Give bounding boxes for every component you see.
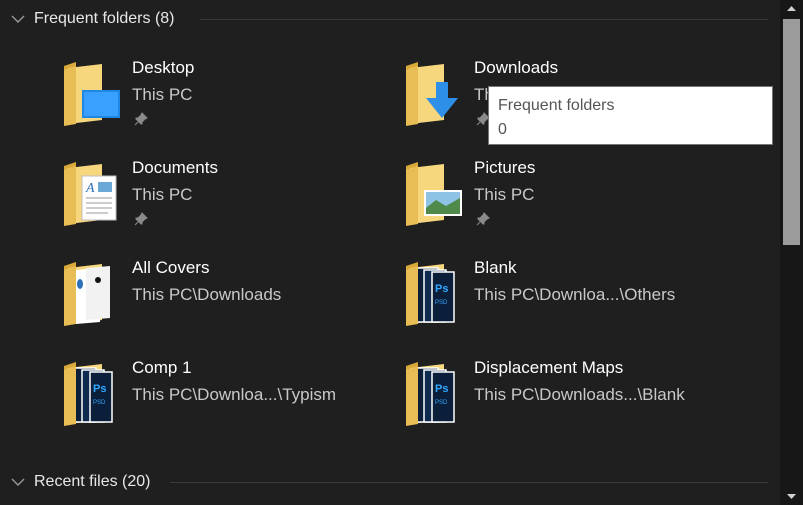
- folder-item-comp-1[interactable]: Ps PSD Comp 1 This PC\Downloa...\Typism: [62, 358, 392, 454]
- chevron-down-icon[interactable]: [11, 476, 25, 488]
- psd-folder-icon: Ps PSD: [406, 262, 455, 326]
- svg-text:Ps: Ps: [435, 283, 448, 295]
- pin-icon: [476, 212, 490, 226]
- folder-name: Downloads: [474, 58, 559, 77]
- folder-icon: [64, 262, 110, 326]
- pin-icon: [134, 112, 148, 126]
- frequent-folders-title: Frequent folders (8): [34, 10, 175, 27]
- folder-path: This PC\Downloa...\Others: [474, 285, 676, 304]
- folder-item-desktop[interactable]: Desktop This PC: [62, 58, 392, 154]
- folder-item-pictures[interactable]: Pictures This PC: [404, 158, 734, 254]
- quick-access-pane: Frequent folders (8) Desktop This PC Dow…: [0, 0, 780, 505]
- folder-name: Displacement Maps: [474, 358, 624, 377]
- pin-icon: [134, 212, 148, 226]
- tooltip-title: Frequent folders: [498, 97, 615, 114]
- folder-name: Pictures: [474, 158, 536, 177]
- downloads-folder-icon: [406, 62, 458, 126]
- folder-path: This PC: [132, 85, 193, 104]
- svg-text:Ps: Ps: [435, 383, 448, 395]
- folder-item-documents[interactable]: A Documents This PC: [62, 158, 392, 254]
- chevron-down-icon[interactable]: [11, 13, 25, 25]
- folder-item-displacement-maps[interactable]: Ps PSD Displacement Maps This PC\Downloa…: [404, 358, 734, 454]
- recent-files-title: Recent files (20): [34, 473, 151, 490]
- folder-path: This PC\Downloa...\Typism: [132, 385, 337, 404]
- folder-item-all-covers[interactable]: All Covers This PC\Downloads: [62, 258, 392, 354]
- folder-path: This PC\Downloads...\Blank: [474, 385, 685, 404]
- recent-files-header[interactable]: Recent files (20): [0, 465, 780, 499]
- folder-item-blank[interactable]: Ps PSD Blank This PC\Downloa...\Others: [404, 258, 734, 354]
- folder-name: Blank: [474, 258, 517, 277]
- svg-text:PSD: PSD: [435, 300, 448, 306]
- folder-name: All Covers: [132, 258, 210, 277]
- folder-path: This PC: [132, 185, 193, 204]
- section-divider: [170, 481, 768, 483]
- folder-name: Comp 1: [132, 358, 192, 377]
- folder-name: Documents: [132, 158, 218, 177]
- scrollbar-thumb[interactable]: [783, 19, 800, 245]
- scroll-down-arrow-icon[interactable]: [780, 488, 803, 505]
- folder-name: Desktop: [132, 58, 195, 77]
- section-divider: [200, 18, 768, 20]
- desktop-folder-icon: [64, 62, 120, 126]
- scroll-up-arrow-icon[interactable]: [780, 0, 803, 17]
- psd-folder-icon: Ps PSD: [406, 362, 455, 426]
- svg-text:A: A: [85, 181, 95, 196]
- vertical-scrollbar[interactable]: [780, 0, 803, 505]
- svg-text:PSD: PSD: [93, 400, 106, 406]
- pictures-folder-icon: [406, 162, 462, 226]
- psd-folder-icon: Ps PSD: [64, 362, 113, 426]
- frequent-folders-header[interactable]: Frequent folders (8): [0, 2, 780, 36]
- tooltip: Frequent folders 0: [488, 86, 773, 145]
- documents-folder-icon: A: [64, 162, 117, 226]
- tooltip-value: 0: [498, 121, 507, 138]
- folder-path: This PC: [474, 185, 535, 204]
- folder-path: This PC\Downloads: [132, 285, 282, 304]
- svg-text:Ps: Ps: [93, 383, 106, 395]
- svg-text:PSD: PSD: [435, 400, 448, 406]
